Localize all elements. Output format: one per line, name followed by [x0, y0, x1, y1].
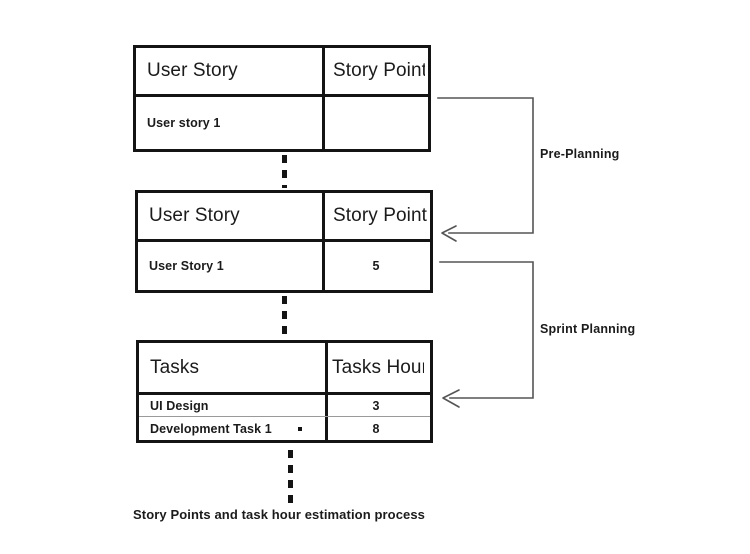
phase-label-sprint-planning: Sprint Planning: [540, 322, 636, 336]
arrow-path-sprint-planning: [439, 261, 534, 399]
diagram-caption: Story Points and task hour estimation pr…: [133, 507, 426, 522]
arrow-path-pre-planning: [437, 97, 534, 234]
flow-arrows: [437, 97, 534, 408]
phase-label-pre-planning: Pre-Planning: [540, 147, 620, 161]
diagram-canvas: User Story Story Point User story 1 User…: [0, 0, 750, 554]
